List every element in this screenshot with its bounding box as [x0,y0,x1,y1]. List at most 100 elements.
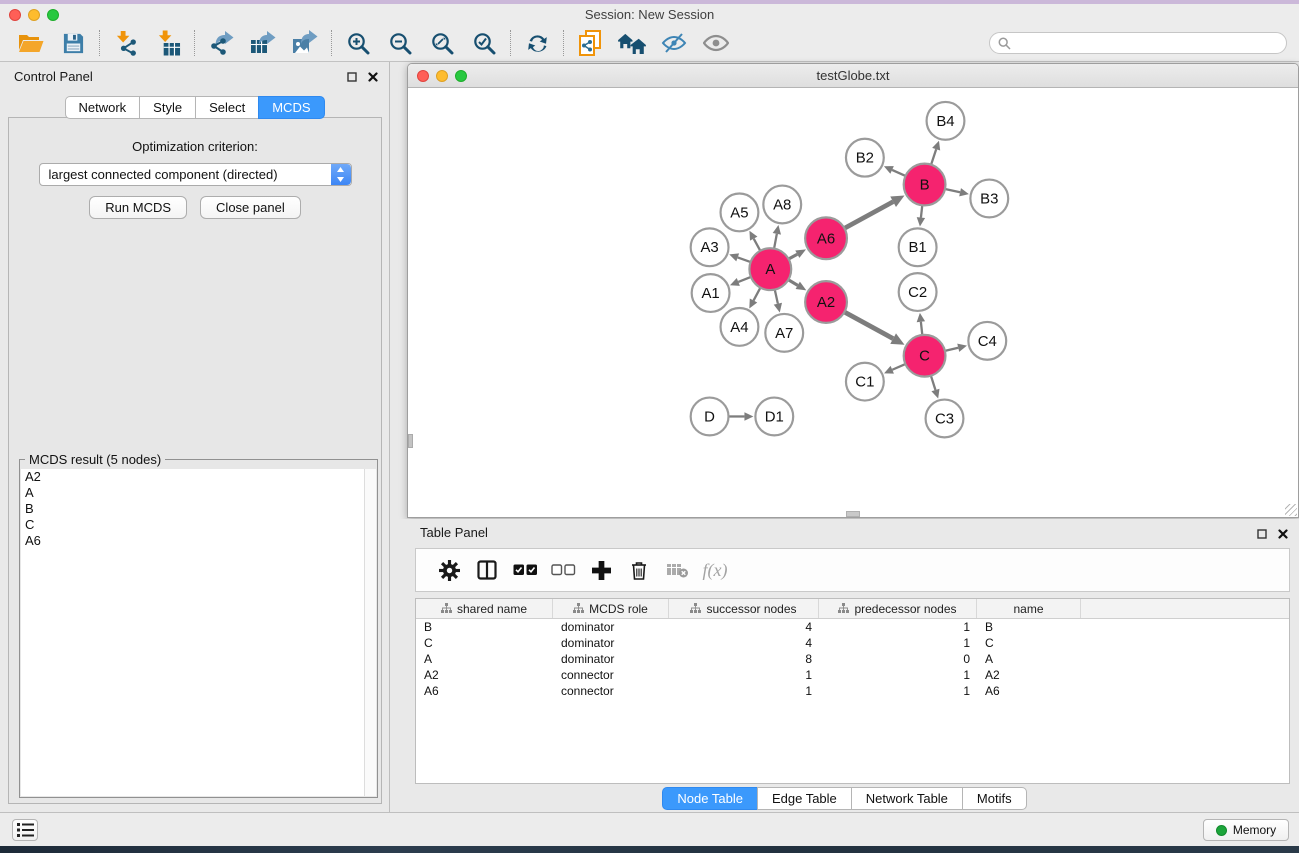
table-cell: dominator [553,635,669,651]
mcds-result-list[interactable]: A2ABCA6 [21,469,364,796]
zoom-out-icon [388,31,412,55]
canvas-horizontal-thumb[interactable] [846,511,860,517]
table-row[interactable]: Cdominator41C [416,635,1289,651]
canvas-vertical-thumb[interactable] [408,434,413,448]
network-minimize-button[interactable] [436,70,448,82]
graph-edge[interactable] [844,312,893,339]
status-bar: Memory [0,812,1299,846]
mcds-result-item[interactable]: A2 [21,469,364,485]
tab-mcds[interactable]: MCDS [258,96,324,119]
float-panel-icon[interactable] [346,71,358,83]
delete-column-button[interactable] [620,552,658,588]
open-session-button[interactable] [10,27,52,59]
graph-edge-arrowhead-icon [917,313,925,322]
create-column-button[interactable] [582,552,620,588]
graph-edge[interactable] [775,290,778,304]
mcds-result-item[interactable]: A [21,485,364,501]
show-selected-button[interactable] [695,27,737,59]
resize-grip-icon[interactable] [1285,504,1297,516]
graph-edge[interactable] [738,257,751,262]
graph-edge[interactable] [931,376,936,390]
graph-edge[interactable] [892,170,905,176]
tab-edge-table[interactable]: Edge Table [757,787,851,810]
graph-edge[interactable] [789,254,798,259]
toolbar-separator [510,30,511,56]
column-header-label: MCDS role [589,602,648,616]
close-panel-icon[interactable] [367,71,379,83]
graph-edge[interactable] [931,149,936,164]
memory-button[interactable]: Memory [1203,819,1289,841]
column-header-predecessor-nodes[interactable]: predecessor nodes [819,599,977,618]
graph-edge[interactable] [788,280,797,286]
graph-edge[interactable] [921,322,922,335]
import-network-button[interactable] [105,27,147,59]
zoom-selected-button[interactable] [463,27,505,59]
network-canvas[interactable]: B4B2BB3A8A5A6A3B1AA1C2A2A4A7C4CC1C3DD1 [408,89,1298,517]
graph-edge[interactable] [774,234,777,249]
task-history-button[interactable] [12,819,38,841]
minimize-window-button[interactable] [28,9,40,21]
table-row[interactable]: Adominator80A [416,651,1289,667]
function-builder-button[interactable]: f(x) [696,552,734,588]
tab-node-table[interactable]: Node Table [662,787,757,810]
tab-style[interactable]: Style [139,96,195,119]
run-mcds-button[interactable]: Run MCDS [89,196,187,219]
network-close-button[interactable] [417,70,429,82]
close-window-button[interactable] [9,9,21,21]
graph-edge[interactable] [945,348,958,351]
mcds-result-item[interactable]: A6 [21,533,364,549]
float-table-panel-icon[interactable] [1256,528,1268,540]
criterion-dropdown[interactable]: largest connected component (directed) [39,163,352,186]
attribute-icon [690,603,701,614]
deselect-all-columns-button[interactable] [544,552,582,588]
search-input[interactable] [1016,36,1278,50]
maximize-window-button[interactable] [47,9,59,21]
table-row[interactable]: A2connector11A2 [416,667,1289,683]
save-session-button[interactable] [52,27,94,59]
export-image-button[interactable] [284,27,326,59]
column-header-shared-name[interactable]: shared name [416,599,553,618]
graph-edge[interactable] [738,277,751,282]
homes-icon [617,32,647,55]
close-table-panel-icon[interactable] [1277,528,1289,540]
mcds-result-item[interactable]: C [21,517,364,533]
mcds-result-scrollbar[interactable] [364,469,376,796]
graph-edge[interactable] [945,189,960,192]
table-settings-button[interactable] [430,552,468,588]
graph-edge[interactable] [892,364,905,370]
tab-select[interactable]: Select [195,96,258,119]
network-maximize-button[interactable] [455,70,467,82]
search-icon [998,37,1011,50]
graph-node-label: C4 [978,333,997,350]
tab-network[interactable]: Network [64,96,139,119]
table-row[interactable]: Bdominator41B [416,619,1289,635]
graph-edge[interactable] [754,288,761,301]
select-all-columns-button[interactable] [506,552,544,588]
tab-motifs[interactable]: Motifs [962,787,1027,810]
zoom-in-button[interactable] [337,27,379,59]
hide-selected-button[interactable] [653,27,695,59]
network-overview-button[interactable] [611,27,653,59]
tab-network-table[interactable]: Network Table [851,787,962,810]
eye-slash-icon [661,31,687,55]
refresh-network-button[interactable] [516,27,558,59]
zoom-fit-button[interactable] [421,27,463,59]
graph-edge[interactable] [754,239,761,251]
column-header-MCDS-role[interactable]: MCDS role [553,599,669,618]
plus-icon [592,561,611,580]
export-network-button[interactable] [200,27,242,59]
mcds-result-item[interactable]: B [21,501,364,517]
graph-edge[interactable] [844,202,893,229]
close-panel-button[interactable]: Close panel [200,196,301,219]
column-header-name[interactable]: name [977,599,1081,618]
clone-network-button[interactable] [569,27,611,59]
show-columns-button[interactable] [468,552,506,588]
delete-table-button[interactable] [658,552,696,588]
export-table-button[interactable] [242,27,284,59]
zoom-out-button[interactable] [379,27,421,59]
column-header-successor-nodes[interactable]: successor nodes [669,599,819,618]
table-row[interactable]: A6connector11A6 [416,683,1289,699]
refresh-icon [526,32,549,55]
import-table-button[interactable] [147,27,189,59]
graph-edge[interactable] [921,205,922,217]
